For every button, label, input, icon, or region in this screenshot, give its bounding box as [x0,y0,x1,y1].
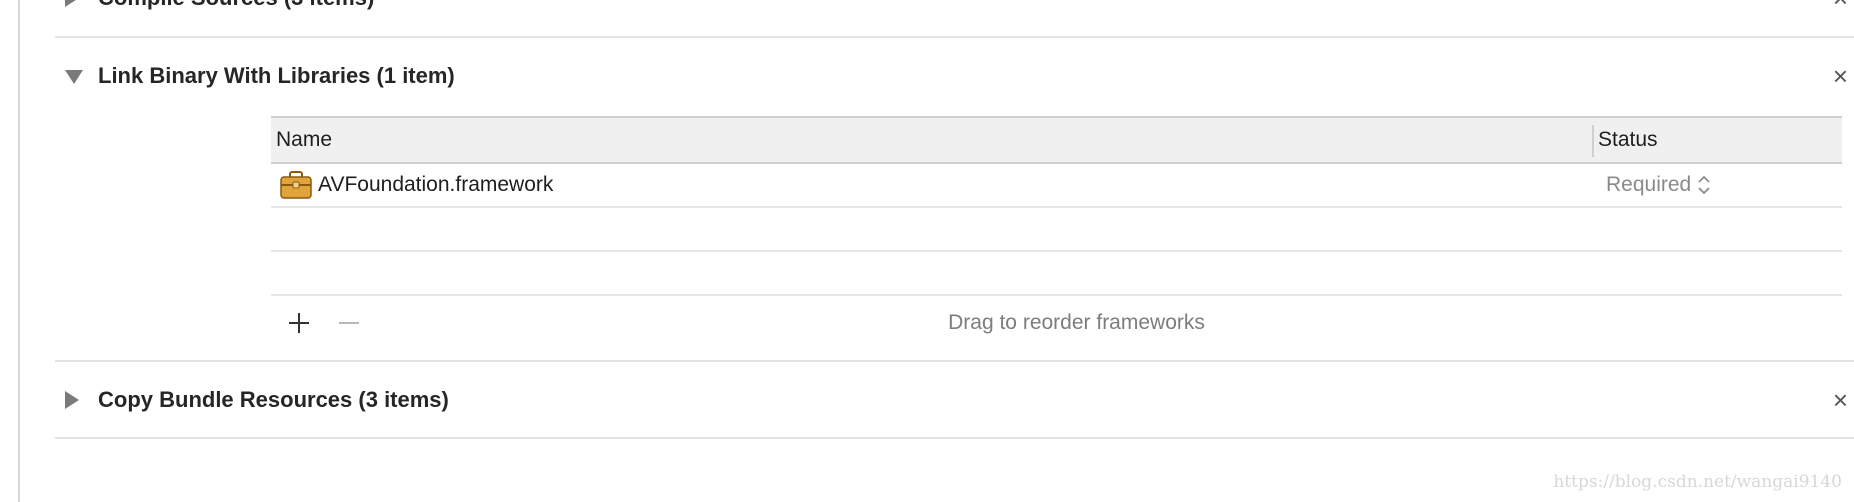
status-value: Required [1606,173,1692,196]
close-icon[interactable]: × [1833,387,1848,413]
compile-sources-header[interactable]: Compile Sources (3 items) × [55,0,1854,18]
section-divider [55,437,1854,439]
column-separator[interactable] [1592,125,1594,157]
reorder-hint: Drag to reorder frameworks [948,311,1205,334]
watermark-url: https://blog.csdn.net/wangai9140 [1553,472,1842,492]
column-header-status[interactable]: Status [1598,128,1658,152]
close-icon[interactable]: × [1833,0,1848,11]
left-pane [0,0,18,502]
table-toolbar: Drag to reorder frameworks [271,298,1842,348]
up-down-chevron-icon [1698,175,1710,195]
compile-sources-title: Compile Sources (3 items) [98,0,374,11]
section-divider [55,360,1854,362]
link-binary-title: Link Binary With Libraries (1 item) [98,63,455,88]
table-header: Name Status [271,116,1842,164]
close-icon[interactable]: × [1833,63,1848,89]
disclosure-triangle-icon[interactable] [65,70,83,84]
copy-bundle-header[interactable]: Copy Bundle Resources (3 items) × [55,380,1854,420]
column-header-name[interactable]: Name [276,128,332,152]
link-binary-header[interactable]: Link Binary With Libraries (1 item) × [55,56,1854,96]
status-popup[interactable]: Required [1606,173,1711,197]
section-divider [55,36,1854,38]
copy-bundle-title: Copy Bundle Resources (3 items) [98,387,449,412]
disclosure-triangle-icon[interactable] [65,0,79,7]
empty-table-row [271,252,1842,296]
table-row[interactable]: AVFoundation.framework Required [271,164,1842,208]
framework-toolbox-icon [280,171,312,199]
disclosure-triangle-icon[interactable] [65,391,79,409]
framework-name: AVFoundation.framework [318,173,554,196]
left-pane-border [18,0,20,502]
empty-table-row [271,208,1842,252]
